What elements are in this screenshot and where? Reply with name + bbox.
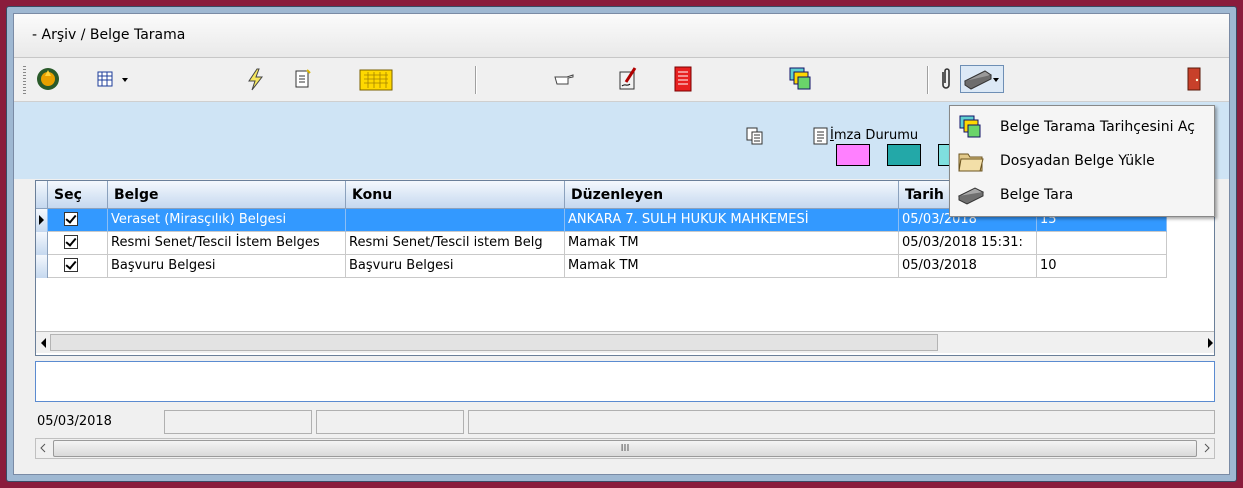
- scan-dropdown-menu: Belge Tarama Tarihçesini Aç Dosyadan Bel…: [949, 105, 1215, 217]
- scroll-thumb[interactable]: III: [53, 440, 1197, 457]
- menu-item-scan-document[interactable]: Belge Tara: [950, 178, 1214, 212]
- scroll-left-arrow-icon[interactable]: [39, 442, 47, 458]
- scan-history-icon: [954, 112, 988, 142]
- scroll-thumb[interactable]: [50, 334, 938, 351]
- row-indicator: [36, 255, 48, 278]
- red-document-icon[interactable]: [669, 65, 697, 93]
- cell-duzenleyen: ANKARA 7. SULH HUKUK MAHKEMESİ: [565, 209, 899, 232]
- checkbox-checked[interactable]: [64, 212, 78, 226]
- cell-duzenleyen: Mamak TM: [565, 232, 899, 255]
- window-titlebar: - Arşiv / Belge Tarama: [14, 14, 1229, 58]
- menu-item-label: Belge Tarama Tarihçesini Aç: [1000, 119, 1195, 135]
- status-panel: [316, 410, 464, 434]
- cell-konu: [346, 209, 565, 232]
- row-select-checkbox[interactable]: [48, 232, 108, 255]
- status-bar: 05/03/2018: [35, 410, 1215, 436]
- folder-open-icon: [954, 146, 988, 176]
- copy-documents-icon[interactable]: [745, 126, 765, 150]
- cell-belge: Resmi Senet/Tescil İstem Belges: [108, 232, 346, 255]
- pointing-hand-icon[interactable]: [551, 65, 579, 93]
- document-edit-icon[interactable]: [289, 65, 317, 93]
- cell-extra: [1037, 232, 1167, 255]
- window-horizontal-scrollbar[interactable]: III: [35, 438, 1215, 459]
- cell-konu: Resmi Senet/Tescil istem Belg: [346, 232, 565, 255]
- scanner-icon[interactable]: [960, 65, 1004, 93]
- toolbar-grip[interactable]: [23, 66, 26, 94]
- note-input[interactable]: [35, 361, 1215, 402]
- table-row[interactable]: Başvuru Belgesi Başvuru Belgesi Mamak TM…: [36, 255, 1167, 278]
- status-panel: [164, 410, 312, 434]
- menu-item-upload-from-file[interactable]: Dosyadan Belge Yükle: [950, 144, 1214, 178]
- signature-status-icon: [812, 126, 830, 150]
- status-date: 05/03/2018: [37, 414, 112, 429]
- scanner-icon: [954, 180, 988, 210]
- toolbar: [14, 58, 1229, 102]
- window-title: - Arşiv / Belge Tarama: [32, 27, 186, 43]
- checkbox-checked[interactable]: [64, 235, 78, 249]
- menu-item-scan-history[interactable]: Belge Tarama Tarihçesini Aç: [950, 110, 1214, 144]
- calendar-grid-icon[interactable]: [94, 65, 134, 93]
- folder-grid-icon[interactable]: [357, 65, 395, 93]
- cell-belge: Veraset (Mirasçılık) Belgesi: [108, 209, 346, 232]
- column-header-duzenleyen[interactable]: Düzenleyen: [565, 181, 899, 209]
- column-header-konu[interactable]: Konu: [346, 181, 565, 209]
- menu-item-label: Dosyadan Belge Yükle: [1000, 153, 1155, 169]
- exit-door-icon[interactable]: [1180, 65, 1208, 93]
- table-row[interactable]: Resmi Senet/Tescil İstem Belges Resmi Se…: [36, 232, 1167, 255]
- cell-konu: Başvuru Belgesi: [346, 255, 565, 278]
- scroll-right-arrow-icon[interactable]: [1203, 442, 1211, 458]
- status-swatch-teal: [887, 144, 921, 166]
- stamp-icon[interactable]: [34, 65, 62, 93]
- paperclip-icon[interactable]: [932, 65, 960, 93]
- cell-tarih: 05/03/2018: [899, 255, 1037, 278]
- signature-status-label: İmza Durumu: [830, 128, 919, 143]
- row-select-checkbox[interactable]: [48, 255, 108, 278]
- column-header-belge[interactable]: Belge: [108, 181, 346, 209]
- scroll-right-arrow-icon[interactable]: [1206, 336, 1214, 354]
- header-indicator: [36, 181, 48, 209]
- grid-horizontal-scrollbar[interactable]: [36, 331, 1214, 353]
- toolbar-separator: [475, 66, 477, 94]
- status-panel: [468, 410, 1215, 434]
- status-swatch-pink: [836, 144, 870, 166]
- cell-duzenleyen: Mamak TM: [565, 255, 899, 278]
- scan-history-icon[interactable]: [787, 65, 815, 93]
- cell-extra: 10: [1037, 255, 1167, 278]
- window-body: - Arşiv / Belge Tarama İmza Durumu Seç B…: [13, 13, 1230, 475]
- cell-tarih: 05/03/2018 15:31:: [899, 232, 1037, 255]
- menu-item-label: Belge Tara: [1000, 187, 1074, 203]
- cell-belge: Başvuru Belgesi: [108, 255, 346, 278]
- row-indicator: [36, 209, 48, 232]
- row-select-checkbox[interactable]: [48, 209, 108, 232]
- row-indicator: [36, 232, 48, 255]
- lightning-icon[interactable]: [241, 65, 269, 93]
- scroll-left-arrow-icon[interactable]: [38, 336, 48, 354]
- column-header-sec[interactable]: Seç: [48, 181, 108, 209]
- window-frame: - Arşiv / Belge Tarama İmza Durumu Seç B…: [6, 6, 1237, 482]
- checkbox-checked[interactable]: [64, 258, 78, 272]
- toolbar-separator: [927, 66, 929, 94]
- sign-document-icon[interactable]: [614, 65, 642, 93]
